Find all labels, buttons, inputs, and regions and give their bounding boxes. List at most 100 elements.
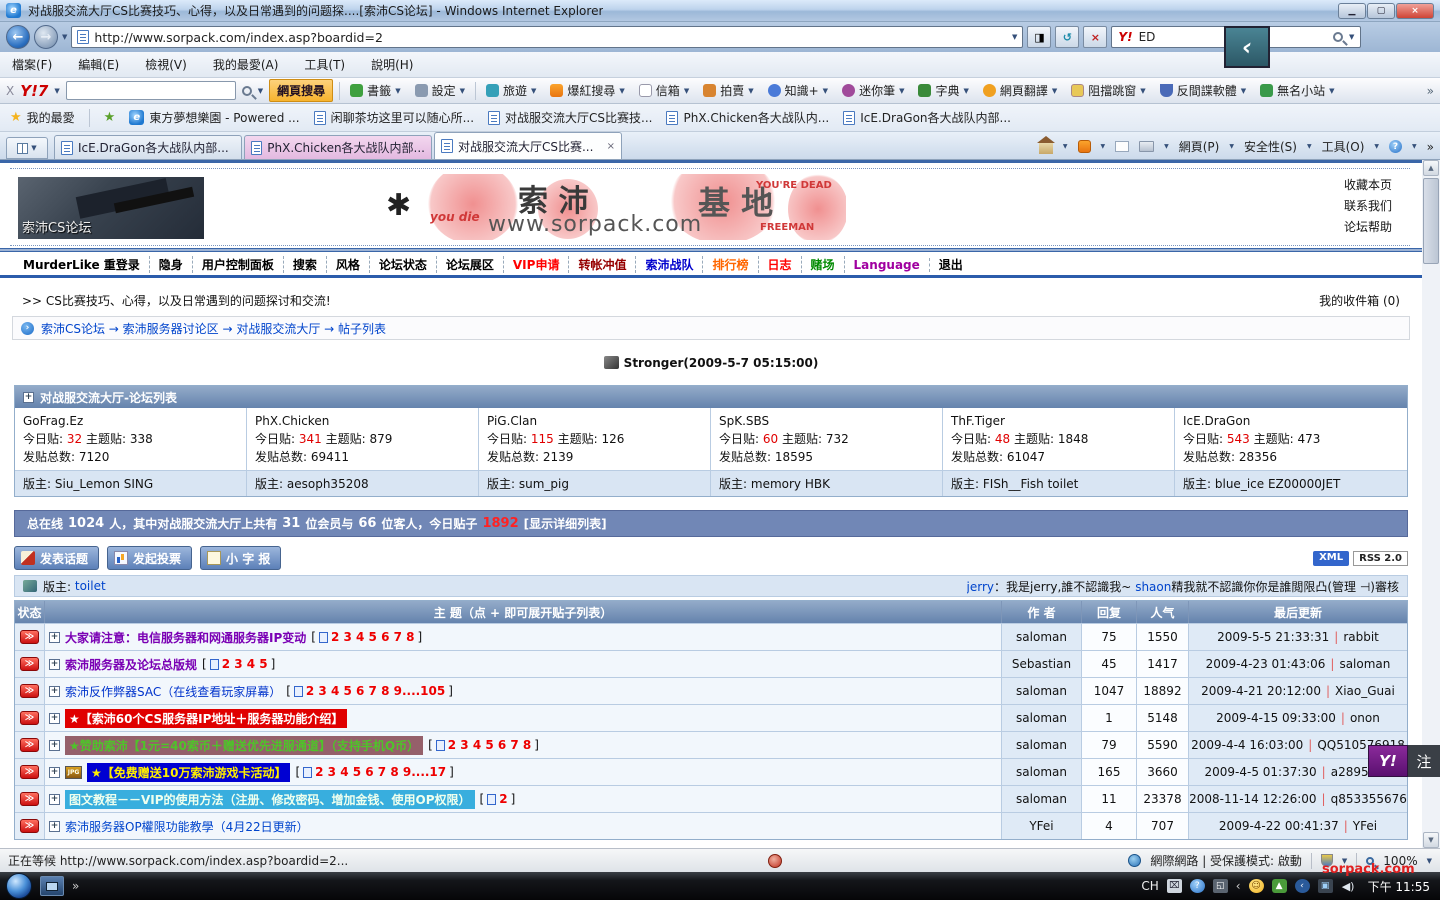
forum-help-link[interactable]: 论坛帮助 xyxy=(1344,217,1392,238)
thread-pages[interactable]: [2 3 4 5 6 7 8 9....17] xyxy=(295,765,453,779)
menu-view[interactable]: 檢視(V) xyxy=(145,56,187,73)
nav-logout[interactable]: 退出 xyxy=(930,256,972,273)
help-icon[interactable]: ? xyxy=(1389,140,1402,153)
thread-last-poster[interactable]: onon xyxy=(1350,711,1380,725)
thread-pages[interactable]: [2 3 4 5] xyxy=(202,657,275,671)
thread-author[interactable]: saloman xyxy=(1002,705,1082,731)
yahoo-settings-button[interactable]: 設定▼ xyxy=(411,80,469,101)
menu-tools[interactable]: 工具(T) xyxy=(304,56,345,73)
forum-name[interactable]: GoFrag.Ez xyxy=(23,412,238,430)
search-dropdown-icon[interactable]: ▼ xyxy=(1349,33,1354,41)
nav-vip-apply[interactable]: VIP申请 xyxy=(504,256,570,273)
thread-pages[interactable]: [2 3 4 5 6 7 8 9....105] xyxy=(286,684,453,698)
url-text[interactable]: http://www.sorpack.com/index.asp?boardid… xyxy=(94,30,383,45)
forum-name[interactable]: IcE.DraGon xyxy=(1183,412,1399,430)
scroll-down-icon[interactable]: ▼ xyxy=(1423,832,1439,848)
close-button[interactable]: × xyxy=(1396,3,1434,19)
toolbar-close-button[interactable]: X xyxy=(6,84,14,98)
small-post-button[interactable]: 小 字 报 xyxy=(200,546,281,570)
command-overflow-icon[interactable]: » xyxy=(1427,140,1434,154)
menu-help[interactable]: 說明(H) xyxy=(371,56,413,73)
yahoo-logo-dropdown-icon[interactable]: ▼ xyxy=(54,87,59,95)
thread-author[interactable]: saloman xyxy=(1002,786,1082,812)
thread-author[interactable]: YFei xyxy=(1002,813,1082,839)
nav-forum-zones[interactable]: 论坛展区 xyxy=(437,256,504,273)
thread-author[interactable]: saloman xyxy=(1002,732,1082,758)
contact-us-link[interactable]: 联系我们 xyxy=(1344,196,1392,217)
toolbar-overflow-icon[interactable]: » xyxy=(1427,84,1434,98)
expand-icon[interactable]: + xyxy=(49,632,60,643)
page-menu[interactable]: 網頁(P) xyxy=(1179,138,1220,155)
yahoo-search-input[interactable] xyxy=(66,81,236,100)
taskbar-app-icon[interactable] xyxy=(40,876,64,896)
feeds-icon[interactable] xyxy=(1078,140,1091,153)
search-icon[interactable] xyxy=(1333,32,1343,42)
yahoo-travel-button[interactable]: 旅遊▼ xyxy=(482,80,540,101)
new-topic-button[interactable]: 发表话题 xyxy=(14,546,99,570)
forward-button[interactable]: → xyxy=(34,25,58,49)
menu-edit[interactable]: 編輯(E) xyxy=(78,56,119,73)
help-tray-icon[interactable]: ? xyxy=(1190,879,1205,893)
nav-recharge[interactable]: 转帐冲值 xyxy=(569,256,636,273)
zoom-dropdown-icon[interactable]: ▼ xyxy=(1427,857,1432,865)
menu-file[interactable]: 檔案(F) xyxy=(12,56,52,73)
start-button[interactable] xyxy=(6,873,32,899)
search-value[interactable]: ED xyxy=(1139,30,1156,44)
forum-list-header[interactable]: + 对战服交流大厅-论坛列表 xyxy=(15,386,1407,408)
yahoo-knowledge-button[interactable]: 知識+▼ xyxy=(764,80,832,101)
show-detail-link[interactable]: [显示详细列表] xyxy=(524,515,607,532)
thread-title-link[interactable]: 索沛反作弊器SAC（在线查看玩家屏幕） xyxy=(65,683,281,700)
thread-title-link[interactable]: 大家请注意：电信服务器和网通服务器IP变动 xyxy=(65,629,306,646)
keyboard-icon[interactable]: ⌧ xyxy=(1167,879,1182,893)
taskbar-overflow-icon[interactable]: » xyxy=(72,879,79,893)
favorite-item[interactable]: PhX.Chicken各大战队内... xyxy=(666,109,829,126)
thread-title-link[interactable]: 索沛服务器OP權限功能教學（4月22日更新） xyxy=(65,818,309,835)
back-button[interactable]: ← xyxy=(6,25,30,49)
thread-pages[interactable]: [2] xyxy=(480,792,516,806)
thread-pages[interactable]: [2 3 4 5 6 7 8] xyxy=(428,738,539,752)
nav-forum-status[interactable]: 论坛状态 xyxy=(370,256,437,273)
thread-title-link[interactable]: ★【免费赠送10万索沛游戏卡活动】 xyxy=(87,763,290,782)
expand-icon[interactable]: + xyxy=(49,767,60,778)
msn-swoosh-icon[interactable]: ‹ xyxy=(1295,879,1310,893)
web-search-button[interactable]: 網頁搜尋 xyxy=(269,79,333,102)
nav-language[interactable]: Language xyxy=(845,258,930,272)
maximize-button[interactable]: ▢ xyxy=(1367,3,1395,19)
nav-relogin[interactable]: MurderLike 重登录 xyxy=(14,256,150,273)
favorite-item[interactable]: IcE.DraGon各大战队内部... xyxy=(843,109,1011,126)
forum-moderators[interactable]: 版主: blue_ice EZ00000JET xyxy=(1175,471,1407,496)
expand-icon[interactable]: + xyxy=(49,686,60,697)
thread-title-link[interactable]: 图文教程－－VIP的使用方法（注册、修改密码、增加金钱、使用OP权限） xyxy=(65,790,475,809)
yahoo-minipen-button[interactable]: 迷你筆▼ xyxy=(838,80,908,101)
forum-moderators[interactable]: 版主: Siu_Lemon SING xyxy=(15,471,247,496)
forum-moderators[interactable]: 版主: memory HBK xyxy=(711,471,943,496)
expand-icon[interactable]: + xyxy=(49,794,60,805)
url-dropdown-icon[interactable]: ▼ xyxy=(1012,33,1017,41)
thread-last-poster[interactable]: saloman xyxy=(1339,657,1390,671)
yahoo-hot-search-button[interactable]: 爆紅搜尋▼ xyxy=(546,80,628,101)
yahoo-search-dropdown-icon[interactable]: ▼ xyxy=(258,87,263,95)
thread-title-link[interactable]: ★赞助索沛【1元=40索币＋赠送优先进服通道】（支持手机Q币） xyxy=(65,736,423,755)
expand-icon[interactable]: + xyxy=(49,740,60,751)
thread-author[interactable]: Sebastian xyxy=(1002,651,1082,677)
tab-ice-dragon[interactable]: IcE.DraGon各大战队内部... xyxy=(54,135,242,159)
rss-badge[interactable]: RSS 2.0 xyxy=(1353,551,1408,566)
tools-menu[interactable]: 工具(O) xyxy=(1322,138,1365,155)
thread-author[interactable]: saloman xyxy=(1002,678,1082,704)
forum-moderators[interactable]: 版主: sum_pig xyxy=(479,471,711,496)
compatibility-button[interactable]: ◨ xyxy=(1027,26,1051,48)
taskbar-clock[interactable]: 下午 11:55 xyxy=(1368,878,1430,895)
favorite-item[interactable]: 对战服交流大厅CS比赛技... xyxy=(488,109,652,126)
inbox-link[interactable]: 我的收件箱 (0) xyxy=(1319,292,1400,310)
favorite-item[interactable]: e東方夢想樂園 - Powered ... xyxy=(129,109,299,126)
stop-button[interactable]: × xyxy=(1083,26,1107,48)
history-dropdown-icon[interactable]: ▼ xyxy=(62,33,67,41)
thread-last-poster[interactable]: Xiao_Guai xyxy=(1335,684,1395,698)
forum-name[interactable]: PhX.Chicken xyxy=(255,412,470,430)
window-tray-icon[interactable]: ◱ xyxy=(1213,879,1228,893)
expand-icon[interactable]: + xyxy=(49,821,60,832)
volume-icon[interactable]: ◀) xyxy=(1341,879,1356,893)
refresh-button[interactable]: ↺ xyxy=(1055,26,1079,48)
url-field[interactable]: http://www.sorpack.com/index.asp?boardid… xyxy=(71,26,1023,48)
thread-title-link[interactable]: ★【索沛60个CS服务器IP地址＋服务器功能介绍】 xyxy=(65,709,347,728)
